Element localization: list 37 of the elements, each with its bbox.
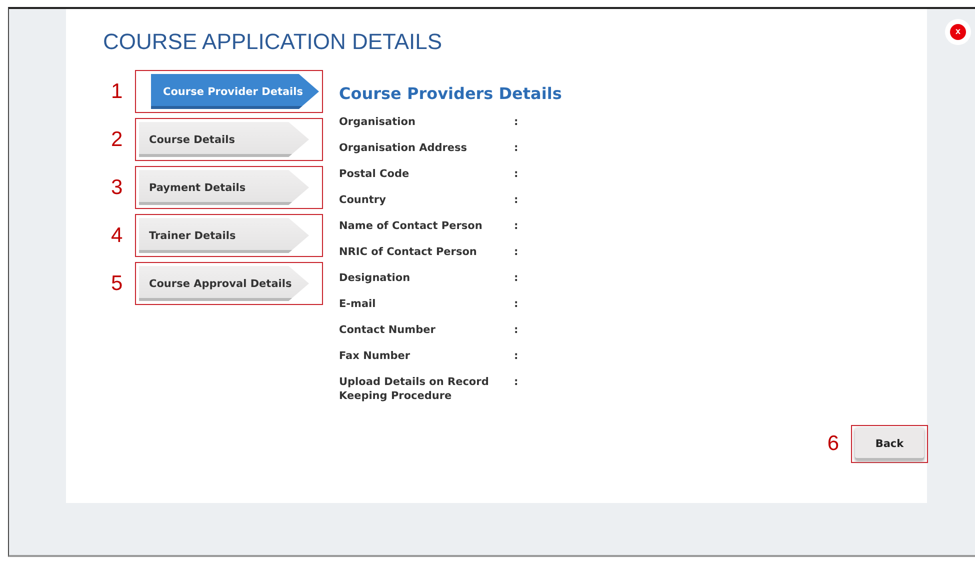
close-button[interactable]: x [945,19,971,45]
field-separator: : [514,115,520,129]
page-title: COURSE APPLICATION DETAILS [103,29,444,55]
callout-number: 4 [110,224,124,248]
callout-number: 2 [110,128,124,152]
field-label: E-mail [339,297,377,311]
field-separator: : [514,219,520,233]
field-separator: : [514,193,520,207]
section-heading: Course Providers Details [339,84,562,103]
field-label: Country [339,193,387,207]
field-label: Organisation [339,115,416,129]
field-label: Contact Number [339,323,436,337]
step-tab[interactable]: Course Approval Details [139,266,309,301]
field-separator: : [514,245,520,259]
step-tab[interactable]: Trainer Details [139,218,309,253]
field-separator: : [514,375,520,390]
callout-number: 1 [110,80,124,104]
back-button[interactable]: Back [855,428,924,460]
field-label: Organisation Address [339,141,468,155]
step-tab[interactable]: Course Provider Details [151,74,319,109]
field-separator: : [514,323,520,337]
field-label: Upload Details on Record Keeping Procedure [339,375,490,403]
field-label: NRIC of Contact Person [339,245,478,259]
field-label: Fax Number [339,349,412,363]
field-separator: : [514,141,520,155]
field-label: Postal Code [339,167,410,181]
field-separator: : [514,167,520,181]
step-tab[interactable]: Course Details [139,122,309,157]
callout-number: 6 [827,432,839,456]
callout-number: 3 [110,176,124,200]
field-label: Name of Contact Person [339,219,484,233]
field-separator: : [514,297,520,311]
callout-number: 5 [110,272,124,296]
step-tab[interactable]: Payment Details [139,170,309,205]
field-separator: : [514,271,520,285]
field-separator: : [514,349,520,363]
field-label: Designation [339,271,412,285]
